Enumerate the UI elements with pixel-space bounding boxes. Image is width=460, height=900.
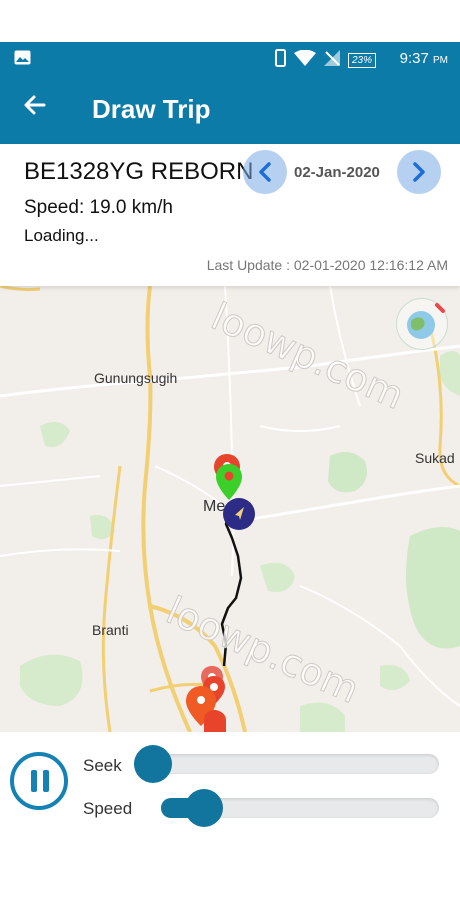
place-label-gunungsugih: Gunungsugih [94,370,178,386]
vehicle-position-icon[interactable] [223,498,255,530]
event-markers-cluster[interactable] [184,666,234,732]
trip-date: 02-Jan-2020 [294,164,380,181]
clock-suffix: PM [433,55,448,66]
gallery-icon [14,50,31,70]
chevron-right-icon [413,162,425,182]
compass-widget[interactable] [396,298,448,350]
speed-slider-thumb[interactable] [185,789,223,827]
speed-text: Speed: 19.0 km/h [24,197,173,218]
seek-slider-track[interactable] [153,754,439,774]
vehicle-name: BE1328YG REBORN [24,158,254,185]
phone-icon [274,49,286,72]
playback-controls: Seek Speed [0,732,460,900]
status-bar: 23% 9:37 PM [0,42,460,76]
pause-icon-bar [43,770,49,792]
clock: 9:37 PM [400,50,448,67]
clock-time: 9:37 [399,50,429,67]
pause-button[interactable] [10,752,68,810]
next-date-button[interactable] [397,150,441,194]
top-margin [0,0,460,42]
wifi-icon [293,49,316,71]
map-view[interactable]: loowp.com loowp.com Gunungsugih Sukad Br… [0,286,460,732]
globe-icon [407,303,445,339]
last-update-text: Last Update : 02-01-2020 12:16:12 AM [206,257,448,273]
previous-date-button[interactable] [243,150,287,194]
no-signal-icon [323,50,340,71]
page-title: Draw Trip [92,94,211,124]
app-bar: Draw Trip [0,76,460,144]
back-arrow-icon[interactable] [22,92,52,122]
place-label-branti: Branti [92,622,129,638]
trip-info-card: BE1328YG REBORN 02-Jan-2020 Speed: 19.0 … [0,144,460,286]
loading-text: Loading... [24,226,99,245]
place-label-sukad: Sukad [415,450,455,466]
battery-indicator: 23% [347,53,376,68]
pause-icon [31,770,37,792]
seek-label: Seek [83,756,122,775]
chevron-left-icon [259,162,271,182]
seek-slider-thumb[interactable] [134,745,172,783]
speed-label: Speed [83,799,133,818]
